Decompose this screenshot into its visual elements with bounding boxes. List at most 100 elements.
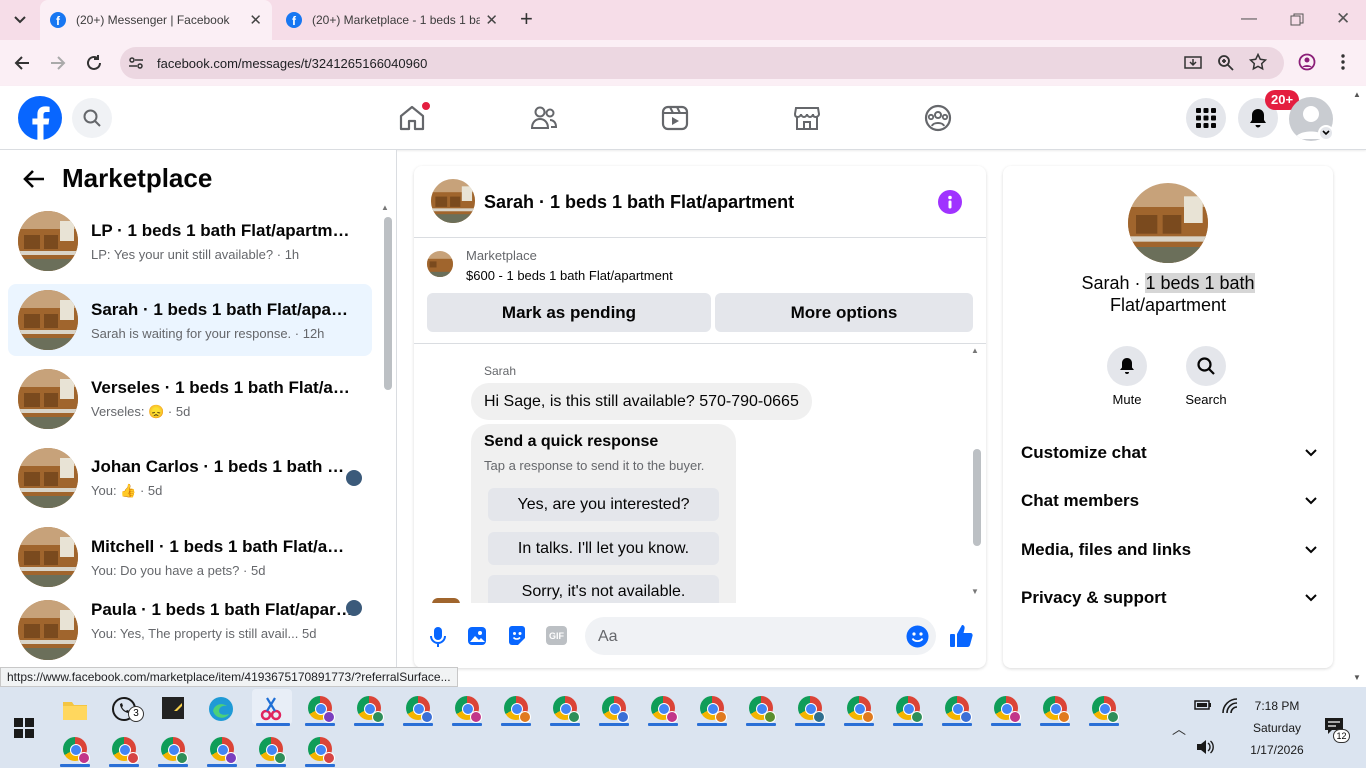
tab-messenger[interactable]: f (20+) Messenger | Facebook ✕ bbox=[40, 0, 272, 40]
chrome-window-icon[interactable] bbox=[308, 737, 335, 764]
photo-icon[interactable] bbox=[467, 626, 487, 646]
scroll-down-arrow[interactable]: ▼ bbox=[971, 587, 979, 596]
volume-icon[interactable] bbox=[1196, 739, 1214, 755]
facebook-logo-icon[interactable] bbox=[18, 96, 62, 140]
message-input[interactable] bbox=[585, 617, 936, 655]
url-text[interactable]: facebook.com/messages/t/3241265166040960 bbox=[157, 56, 427, 71]
chat-title[interactable]: Sarah · 1 beds 1 bath Flat/apartment bbox=[484, 192, 794, 213]
privacy-support-section[interactable]: Privacy & support bbox=[1021, 583, 1317, 613]
scroll-up-arrow[interactable]: ▲ bbox=[971, 346, 979, 355]
facebook-search-button[interactable] bbox=[72, 98, 112, 138]
clock-day[interactable]: Saturday bbox=[1242, 721, 1312, 735]
conversation-item[interactable]: Johan Carlos · 1 beds 1 bath Flat/apartm… bbox=[8, 442, 372, 514]
close-tab-icon[interactable]: ✕ bbox=[249, 11, 262, 29]
microphone-icon[interactable] bbox=[429, 626, 447, 648]
chrome-window-icon[interactable] bbox=[259, 737, 286, 764]
like-thumb-icon[interactable] bbox=[949, 623, 975, 649]
account-menu-chevron-icon[interactable] bbox=[1318, 125, 1334, 141]
clock-date[interactable]: 1/17/2026 bbox=[1242, 743, 1312, 757]
zoom-icon[interactable] bbox=[1217, 54, 1235, 72]
conversation-item[interactable]: Sarah · 1 beds 1 bath Flat/apartment Sara… bbox=[8, 284, 372, 356]
chat-members-section[interactable]: Chat members bbox=[1021, 486, 1317, 516]
menu-grid-button[interactable] bbox=[1186, 98, 1226, 138]
chrome-window-icon[interactable] bbox=[602, 696, 629, 723]
gif-icon[interactable]: GIF bbox=[546, 626, 567, 645]
battery-icon[interactable] bbox=[1194, 699, 1212, 711]
conversation-item[interactable]: Paula · 1 beds 1 bath Flat/apartment You:… bbox=[8, 600, 372, 662]
file-explorer-icon[interactable] bbox=[62, 697, 88, 721]
site-info-icon[interactable] bbox=[128, 55, 144, 71]
conversation-item[interactable]: Mitchell · 1 beds 1 bath Flat/apartment Y… bbox=[8, 521, 372, 593]
chrome-window-icon[interactable] bbox=[749, 696, 776, 723]
snipping-tool-icon[interactable] bbox=[258, 696, 284, 722]
scroll-up-arrow[interactable]: ▲ bbox=[381, 203, 389, 212]
conversation-list-scrollbar[interactable] bbox=[384, 217, 392, 390]
chat-scrollbar[interactable] bbox=[973, 449, 981, 546]
bookmark-star-icon[interactable] bbox=[1249, 53, 1267, 71]
conversation-item[interactable]: Verseles · 1 beds 1 bath Flat/apartment V… bbox=[8, 363, 372, 435]
back-icon[interactable] bbox=[13, 54, 31, 72]
mark-as-pending-button[interactable]: Mark as pending bbox=[427, 293, 711, 332]
media-files-links-section[interactable]: Media, files and links bbox=[1021, 535, 1317, 565]
emoji-icon[interactable] bbox=[906, 625, 929, 648]
reload-icon[interactable] bbox=[85, 54, 103, 72]
close-window-button[interactable]: ✕ bbox=[1336, 9, 1350, 29]
marketplace-icon[interactable] bbox=[792, 103, 822, 133]
chrome-window-icon[interactable] bbox=[504, 696, 531, 723]
sticker-icon[interactable] bbox=[506, 625, 528, 647]
edge-icon[interactable] bbox=[208, 696, 234, 722]
mute-button[interactable] bbox=[1107, 346, 1147, 386]
quick-reply-button[interactable]: Yes, are you interested? bbox=[488, 488, 719, 521]
contact-photo[interactable] bbox=[1128, 183, 1208, 263]
chrome-window-icon[interactable] bbox=[945, 696, 972, 723]
chrome-window-icon[interactable] bbox=[63, 737, 90, 764]
conversation-item[interactable]: LP · 1 beds 1 bath Flat/apartment LP: Yes… bbox=[8, 205, 372, 277]
more-options-button[interactable]: More options bbox=[715, 293, 973, 332]
chrome-window-icon[interactable] bbox=[798, 696, 825, 723]
chrome-window-icon[interactable] bbox=[896, 696, 923, 723]
chrome-window-icon[interactable] bbox=[994, 696, 1021, 723]
chrome-window-icon[interactable] bbox=[210, 737, 237, 764]
profile-icon[interactable] bbox=[1298, 53, 1316, 71]
close-tab-icon[interactable]: ✕ bbox=[485, 11, 498, 29]
restore-window-button[interactable] bbox=[1290, 13, 1304, 27]
chrome-window-icon[interactable] bbox=[357, 696, 384, 723]
quick-reply-button[interactable]: Sorry, it's not available. bbox=[488, 575, 719, 604]
message-bubble[interactable]: Hi Sage, is this still available? 570-79… bbox=[471, 383, 812, 420]
chrome-window-icon[interactable] bbox=[161, 737, 188, 764]
show-hidden-icons-chevron[interactable]: ︿ bbox=[1172, 719, 1186, 739]
chrome-window-icon[interactable] bbox=[308, 696, 335, 723]
quick-reply-button[interactable]: In talks. I'll let you know. bbox=[488, 532, 719, 565]
chrome-window-icon[interactable] bbox=[406, 696, 433, 723]
conversation-info-button[interactable] bbox=[938, 190, 962, 214]
chrome-window-icon[interactable] bbox=[112, 737, 139, 764]
new-tab-button[interactable]: + bbox=[520, 8, 533, 30]
chrome-window-icon[interactable] bbox=[700, 696, 727, 723]
chrome-window-icon[interactable] bbox=[651, 696, 678, 723]
watch-icon[interactable] bbox=[660, 103, 690, 133]
page-scroll-up-arrow[interactable]: ▲ bbox=[1353, 90, 1361, 99]
chrome-window-icon[interactable] bbox=[455, 696, 482, 723]
install-app-icon[interactable] bbox=[1184, 54, 1202, 72]
groups-icon[interactable] bbox=[923, 103, 953, 133]
chat-listing-photo[interactable] bbox=[431, 179, 475, 223]
friends-icon[interactable] bbox=[529, 103, 559, 133]
chrome-window-icon[interactable] bbox=[553, 696, 580, 723]
chrome-window-icon[interactable] bbox=[1043, 696, 1070, 723]
windows-start-icon[interactable] bbox=[14, 718, 34, 738]
tab-search-icon[interactable] bbox=[8, 8, 32, 32]
clock-time[interactable]: 7:18 PM bbox=[1242, 699, 1312, 713]
page-scroll-down-arrow[interactable]: ▼ bbox=[1353, 673, 1361, 682]
chrome-window-icon[interactable] bbox=[1092, 696, 1119, 723]
customize-chat-section[interactable]: Customize chat bbox=[1021, 438, 1317, 468]
tab-marketplace[interactable]: f (20+) Marketplace - 1 beds 1 ba ✕ bbox=[276, 0, 508, 40]
forward-icon[interactable] bbox=[49, 54, 67, 72]
sticky-notes-icon[interactable] bbox=[162, 697, 184, 719]
browser-menu-icon[interactable] bbox=[1340, 53, 1346, 71]
listing-price-title[interactable]: $600 - 1 beds 1 bath Flat/apartment bbox=[466, 268, 673, 283]
wifi-icon[interactable] bbox=[1222, 698, 1238, 714]
chrome-window-icon[interactable] bbox=[847, 696, 874, 723]
minimize-window-button[interactable]: — bbox=[1241, 10, 1257, 28]
back-arrow-icon[interactable] bbox=[22, 167, 46, 191]
search-in-conversation-button[interactable] bbox=[1186, 346, 1226, 386]
